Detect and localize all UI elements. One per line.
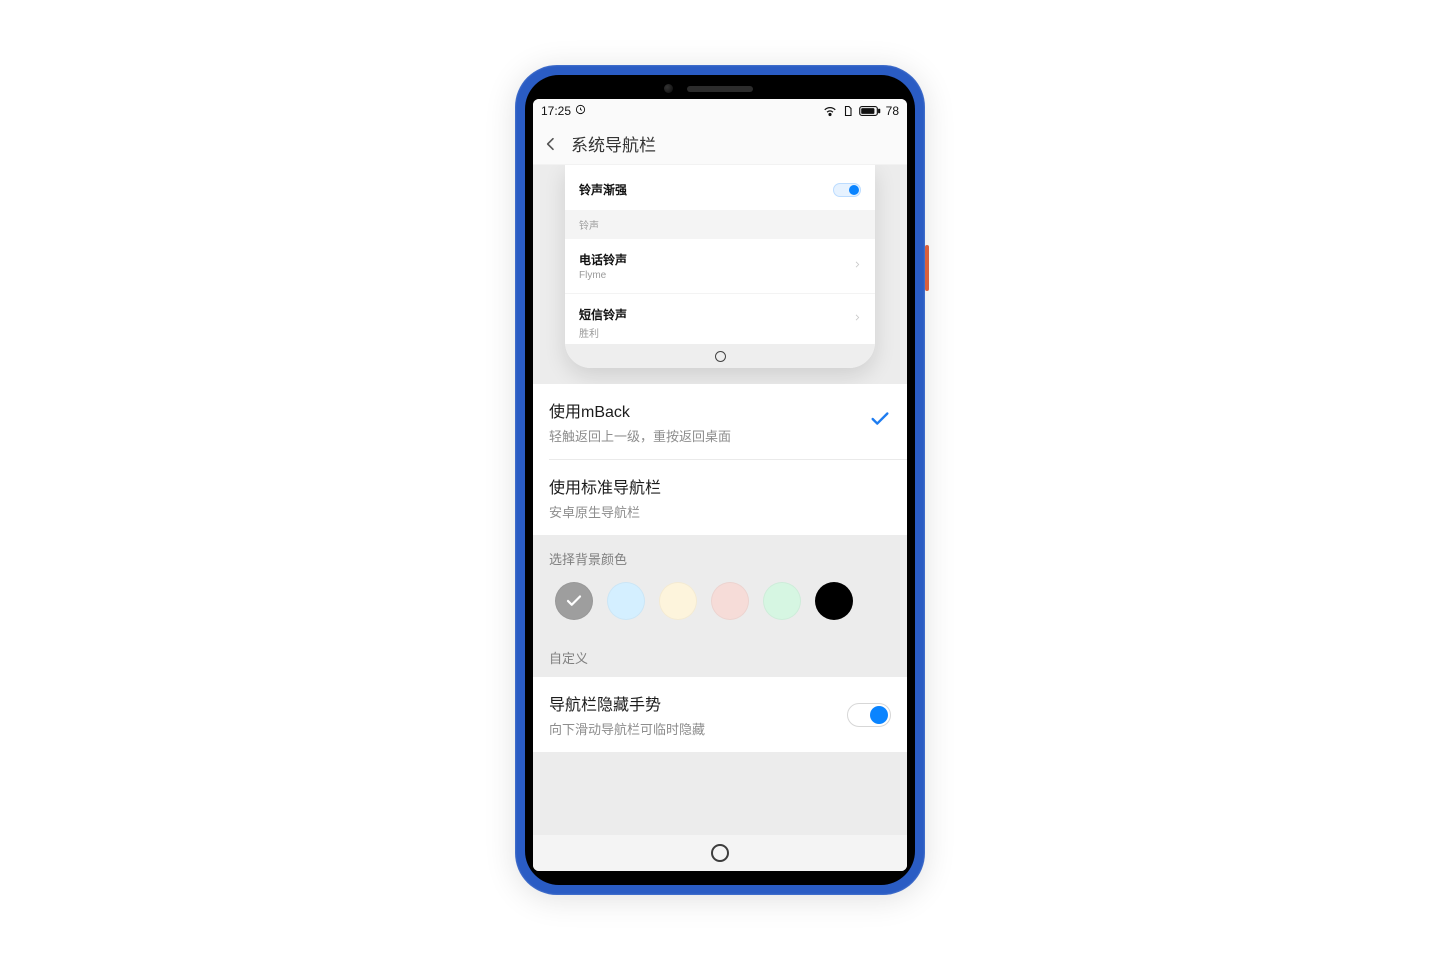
page-title: 系统导航栏 <box>571 131 656 156</box>
preview-row-phone-ringtone: 电话铃声 Flyme <box>565 239 875 293</box>
gesture-toggle[interactable] <box>847 703 891 727</box>
preview-row1-sub: Flyme <box>579 270 861 281</box>
preview-home-icon <box>715 351 726 362</box>
option-standard-navbar[interactable]: 使用标准导航栏 安卓原生导航栏 <box>533 460 907 535</box>
earpiece <box>687 86 753 92</box>
wifi-icon <box>823 105 837 117</box>
preview-row1-label: 电话铃声 <box>579 251 861 268</box>
status-bar: 17:25 <box>533 99 907 123</box>
battery-icon <box>859 105 881 117</box>
color-swatch-4[interactable] <box>763 582 801 620</box>
phone-frame: 17:25 <box>515 65 925 895</box>
preview-navbar <box>565 344 875 368</box>
color-swatch-5[interactable] <box>815 582 853 620</box>
preview-row2-label: 短信铃声 <box>579 306 861 323</box>
preview-card: 铃声渐强 铃声 电话铃声 Flyme 短信铃声 <box>565 165 875 368</box>
battery-pct: 78 <box>886 104 899 118</box>
preview-row-sms-ringtone: 短信铃声 胜利 <box>565 293 875 344</box>
section-header-custom: 自定义 <box>533 638 907 677</box>
preview-toggle-label: 铃声渐强 <box>579 181 627 198</box>
preview-row2-sub: 胜利 <box>579 325 861 340</box>
system-navbar <box>533 835 907 871</box>
preview-section-header: 铃声 <box>565 210 875 239</box>
chevron-right-icon <box>853 259 861 274</box>
check-icon <box>869 408 891 435</box>
preview-toggle-row: 铃声渐强 <box>565 165 875 210</box>
option-mback-sub: 轻触返回上一级，重按返回桌面 <box>549 426 731 445</box>
clock-icon <box>575 104 586 118</box>
back-button[interactable] <box>543 136 559 152</box>
preview-zone: 铃声渐强 铃声 电话铃声 Flyme 短信铃声 <box>533 165 907 384</box>
option-mback-title: 使用mBack <box>549 398 731 422</box>
content-area[interactable]: 铃声渐强 铃声 电话铃声 Flyme 短信铃声 <box>533 165 907 835</box>
screen: 17:25 <box>533 99 907 871</box>
status-time: 17:25 <box>541 104 571 118</box>
section-header-bgcolor: 选择背景颜色 <box>533 535 907 578</box>
phone-bezel: 17:25 <box>525 75 915 885</box>
chevron-right-icon <box>853 312 861 327</box>
home-button[interactable] <box>711 844 729 862</box>
option-standard-sub: 安卓原生导航栏 <box>549 502 661 521</box>
front-camera <box>664 84 673 93</box>
color-swatch-2[interactable] <box>659 582 697 620</box>
gesture-sub: 向下滑动导航栏可临时隐藏 <box>549 719 705 738</box>
preview-toggle <box>833 183 861 197</box>
gesture-title: 导航栏隐藏手势 <box>549 691 705 715</box>
color-swatch-0[interactable] <box>555 582 593 620</box>
nav-mode-list: 使用mBack 轻触返回上一级，重按返回桌面 使用标准导航栏 <box>533 384 907 535</box>
option-mback[interactable]: 使用mBack 轻触返回上一级，重按返回桌面 <box>533 384 907 459</box>
color-swatch-3[interactable] <box>711 582 749 620</box>
color-swatch-row <box>533 578 907 638</box>
option-hide-gesture[interactable]: 导航栏隐藏手势 向下滑动导航栏可临时隐藏 <box>533 677 907 752</box>
color-swatch-1[interactable] <box>607 582 645 620</box>
title-bar: 系统导航栏 <box>533 123 907 165</box>
option-standard-title: 使用标准导航栏 <box>549 474 661 498</box>
sim-icon <box>842 105 854 117</box>
